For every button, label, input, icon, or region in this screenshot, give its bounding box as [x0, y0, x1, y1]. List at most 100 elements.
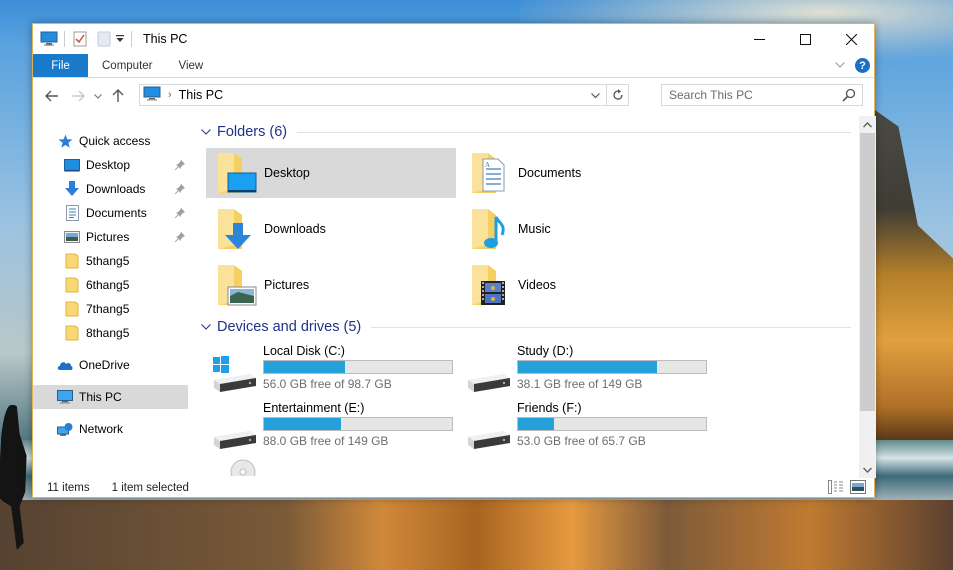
group-header-folders[interactable]: Folders (6): [199, 121, 851, 143]
maximize-button[interactable]: [782, 24, 828, 54]
folder-tile-downloads[interactable]: Downloads: [206, 204, 456, 254]
back-button[interactable]: [39, 84, 65, 108]
breadcrumb-separator-icon[interactable]: ›: [168, 89, 172, 101]
search-box[interactable]: [661, 84, 863, 106]
refresh-button[interactable]: [606, 85, 628, 105]
group-title: Devices and drives (5): [217, 319, 362, 335]
nav-this-pc[interactable]: This PC: [33, 385, 188, 409]
drive-name: Local Disk (C:): [263, 344, 345, 358]
nav-label: 7thang5: [86, 302, 130, 316]
collapse-chevron-icon[interactable]: [201, 126, 211, 138]
wallpaper-beach: [0, 500, 953, 570]
this-pc-icon: [57, 389, 73, 405]
drive-tile-c[interactable]: Local Disk (C:) 56.0 GB free of 98.7 GB: [206, 344, 456, 400]
customize-qat-dropdown-icon[interactable]: [114, 29, 126, 49]
minimize-button[interactable]: [736, 24, 782, 54]
folder-tile-documents[interactable]: A Documents: [460, 148, 710, 198]
nav-folder-8thang5[interactable]: 8thang5: [33, 321, 188, 345]
desktop-folder-icon: [214, 149, 262, 197]
navigation-pane: Quick access Desktop Downloads Documents…: [33, 124, 190, 464]
tab-computer[interactable]: Computer: [88, 54, 167, 77]
optical-drive-icon-partial[interactable]: [229, 458, 257, 476]
close-button[interactable]: [828, 24, 874, 54]
toolbar-separator: [64, 31, 65, 47]
chevron-down-icon: [590, 92, 600, 98]
nav-downloads[interactable]: Downloads: [33, 177, 188, 201]
drive-tile-d[interactable]: Study (D:) 38.1 GB free of 149 GB: [460, 344, 710, 400]
drive-name: Entertainment (E:): [263, 401, 365, 415]
folder-icon: [64, 277, 80, 293]
pin-icon[interactable]: [174, 183, 185, 197]
wallpaper-cliff: [875, 110, 953, 440]
folder-label: Documents: [518, 166, 582, 180]
scroll-up-button[interactable]: [859, 116, 876, 133]
group-divider: [297, 131, 851, 133]
pictures-folder-icon: [214, 261, 262, 309]
drive-usage-bar: [517, 360, 707, 374]
tab-file[interactable]: File: [33, 54, 88, 77]
window-title: This PC: [143, 32, 188, 46]
drive-usage-bar: [263, 417, 453, 431]
content-pane: Folders (6) Desktop A Documents Download…: [199, 116, 859, 476]
nav-quick-access[interactable]: Quick access: [33, 129, 188, 153]
nav-label: 6thang5: [86, 278, 130, 292]
new-folder-icon[interactable]: [94, 29, 114, 49]
pin-icon[interactable]: [174, 207, 185, 221]
item-count: 11 items: [47, 482, 90, 494]
scrollbar-thumb[interactable]: [860, 133, 875, 411]
properties-icon[interactable]: [70, 29, 90, 49]
this-pc-icon: [143, 86, 161, 104]
drive-usage-fill: [518, 418, 554, 430]
nav-desktop[interactable]: Desktop: [33, 153, 188, 177]
hard-drive-icon: [210, 409, 258, 453]
search-input[interactable]: [669, 88, 839, 102]
folder-icon: [64, 253, 80, 269]
recent-locations-button[interactable]: [91, 84, 105, 108]
pin-icon[interactable]: [174, 159, 185, 173]
breadcrumb-this-pc[interactable]: This PC: [179, 88, 223, 102]
drive-free-space: 53.0 GB free of 65.7 GB: [517, 434, 646, 448]
drive-tile-e[interactable]: Entertainment (E:) 88.0 GB free of 149 G…: [206, 401, 456, 457]
folder-tile-pictures[interactable]: Pictures: [206, 260, 456, 310]
nav-documents[interactable]: Documents: [33, 201, 188, 225]
scroll-down-button[interactable]: [859, 461, 876, 478]
tab-view[interactable]: View: [167, 54, 220, 77]
address-history-dropdown[interactable]: [586, 85, 604, 105]
large-icons-view-button[interactable]: [850, 480, 866, 497]
nav-folder-6thang5[interactable]: 6thang5: [33, 273, 188, 297]
nav-onedrive[interactable]: OneDrive: [33, 353, 188, 377]
details-view-button[interactable]: [828, 480, 844, 497]
nav-network[interactable]: Network: [33, 417, 188, 441]
nav-label: Downloads: [86, 182, 146, 196]
folder-tile-music[interactable]: Music: [460, 204, 710, 254]
group-header-devices[interactable]: Devices and drives (5): [199, 316, 851, 338]
expand-ribbon-icon[interactable]: [835, 60, 845, 71]
address-bar[interactable]: › This PC: [139, 84, 629, 106]
nav-folder-7thang5[interactable]: 7thang5: [33, 297, 188, 321]
nav-label: Pictures: [86, 230, 130, 244]
pin-icon[interactable]: [174, 231, 185, 245]
hard-drive-icon: [464, 352, 512, 396]
search-icon[interactable]: [842, 88, 856, 105]
nav-label: Quick access: [79, 134, 151, 148]
forward-arrow-icon: [72, 90, 85, 102]
folder-tile-desktop[interactable]: Desktop: [206, 148, 456, 198]
help-icon[interactable]: ?: [855, 58, 870, 73]
drive-tile-f[interactable]: Friends (F:) 53.0 GB free of 65.7 GB: [460, 401, 710, 457]
vertical-scrollbar[interactable]: [859, 116, 876, 478]
chevron-up-icon: [863, 121, 872, 127]
refresh-icon: [612, 89, 623, 100]
large-icons-view-icon: [850, 480, 866, 494]
desktop-icon: [64, 157, 80, 173]
folder-tile-videos[interactable]: Videos: [460, 260, 710, 310]
up-button[interactable]: [105, 84, 131, 108]
nav-folder-5thang5[interactable]: 5thang5: [33, 249, 188, 273]
document-icon: [64, 205, 80, 221]
nav-label: This PC: [79, 390, 122, 404]
downloads-folder-icon: [214, 205, 262, 253]
forward-button[interactable]: [65, 84, 91, 108]
folder-label: Pictures: [264, 278, 310, 292]
nav-pictures[interactable]: Pictures: [33, 225, 188, 249]
collapse-chevron-icon[interactable]: [201, 321, 211, 333]
title-bar: This PC: [33, 24, 874, 54]
